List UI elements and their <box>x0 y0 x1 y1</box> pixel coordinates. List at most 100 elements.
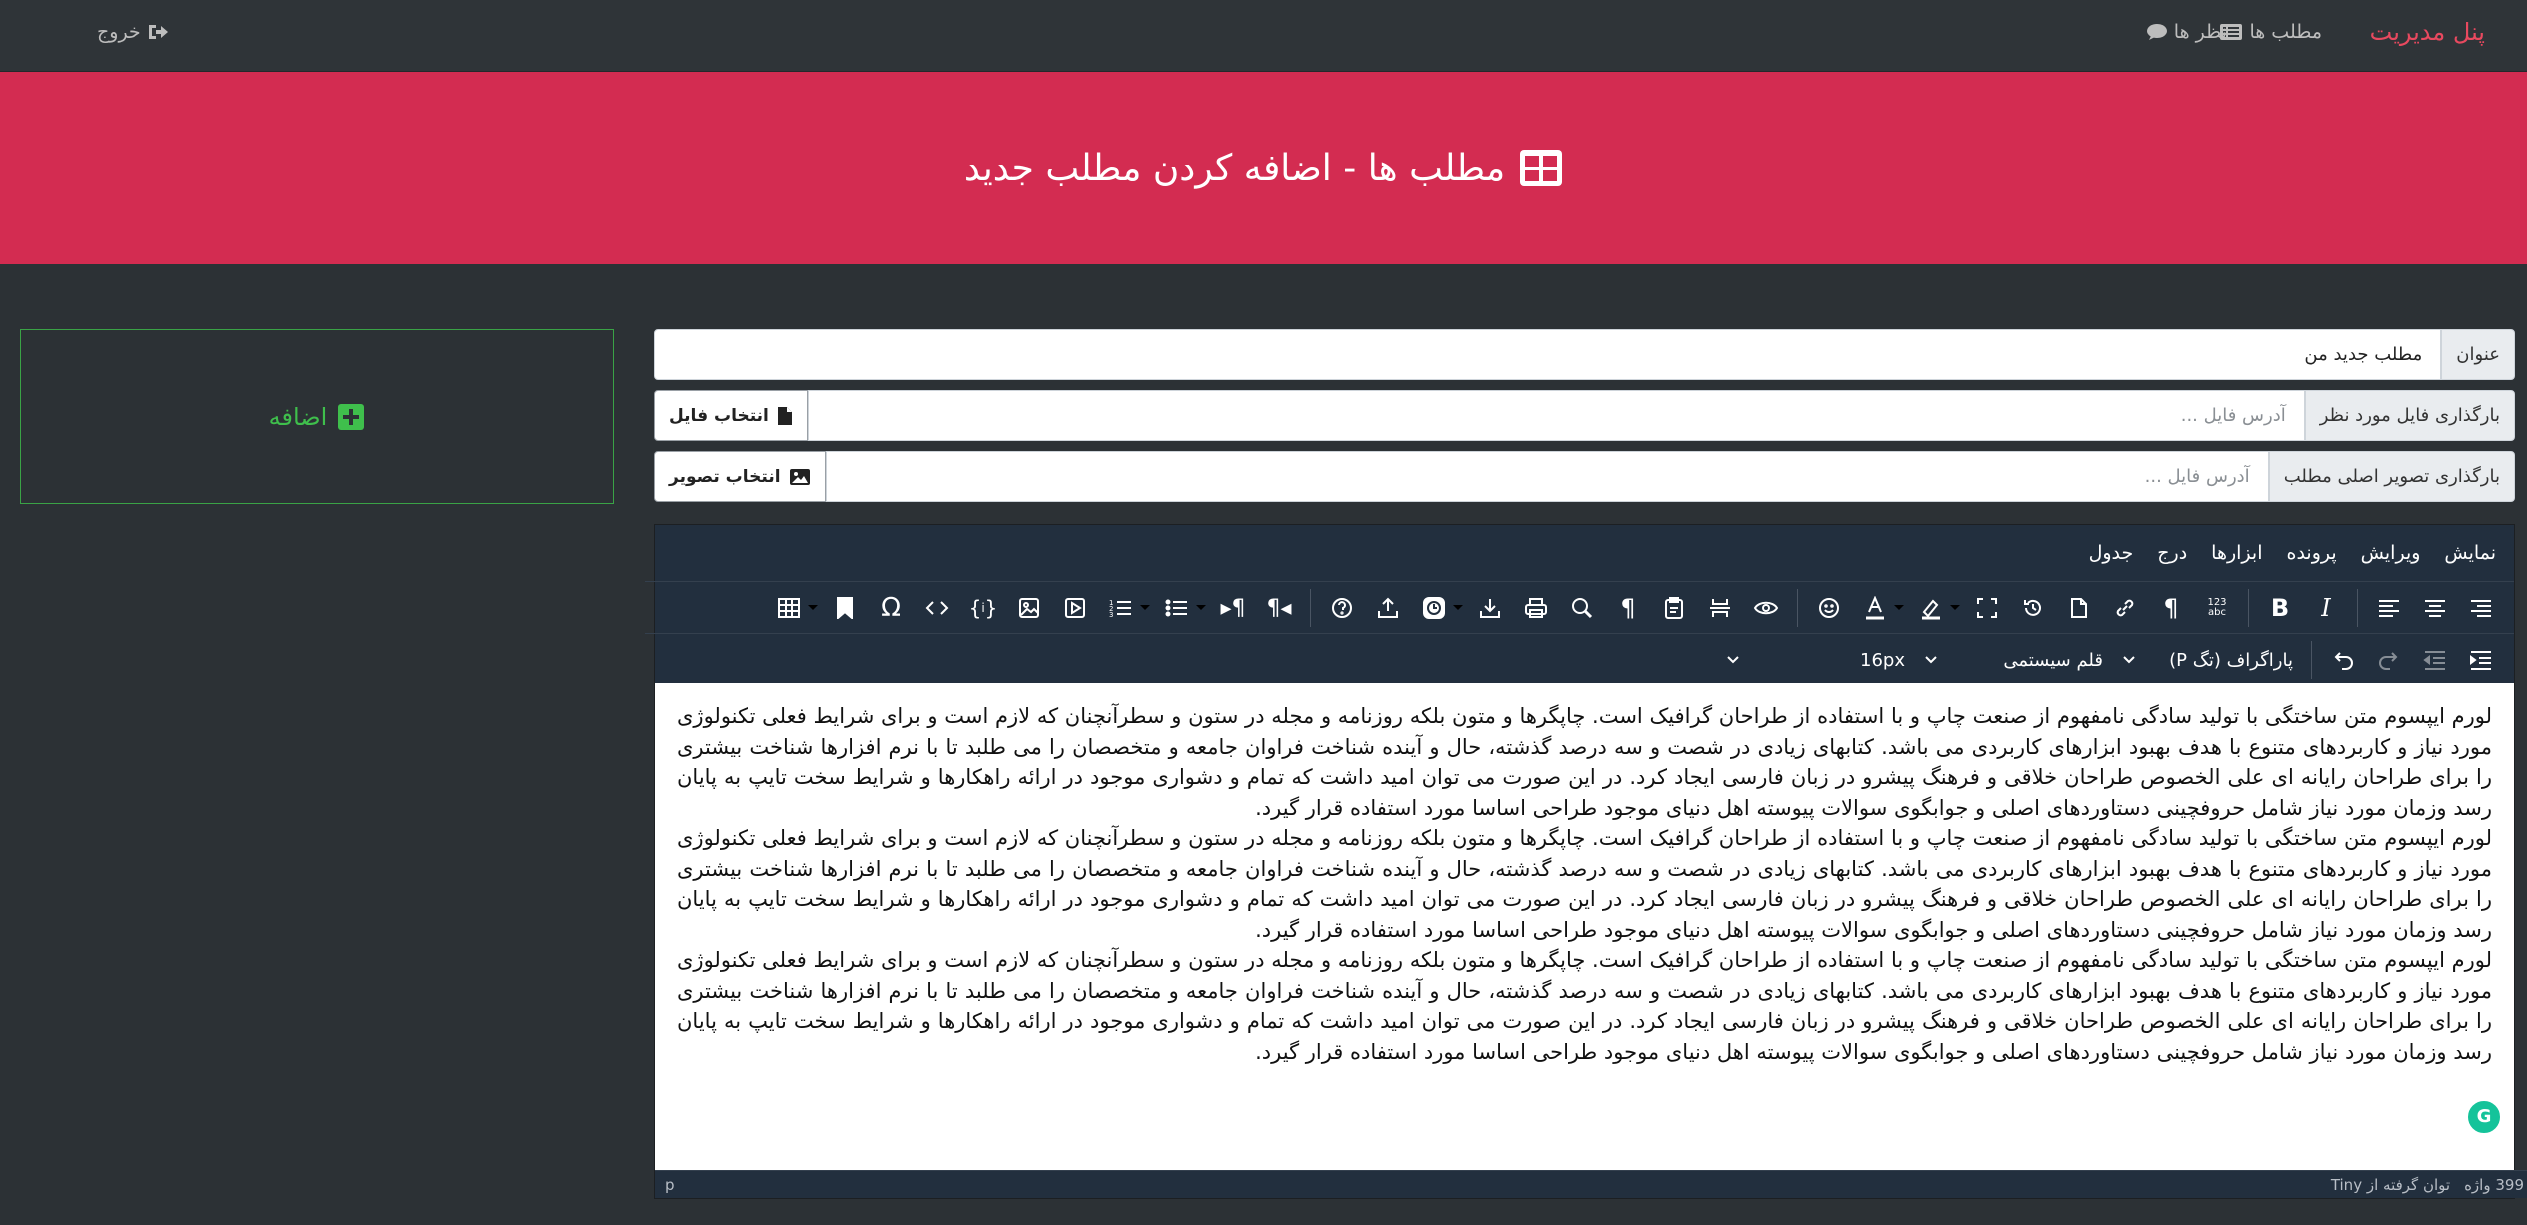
font-size-select[interactable]: 16px <box>1717 640 1915 680</box>
help-icon[interactable] <box>1319 588 1365 628</box>
nav-link-comments-label: نظر ها <box>2173 21 2227 43</box>
chevron-down-icon <box>1727 656 1739 664</box>
restore-draft-icon[interactable] <box>2010 588 2056 628</box>
search-replace-icon[interactable] <box>1559 588 1605 628</box>
element-path[interactable]: p <box>665 1176 675 1194</box>
file-icon <box>777 406 792 425</box>
file-upload-label: بارگذاری فایل مورد نظر <box>2304 390 2515 441</box>
add-panel: اضافه <box>20 329 614 504</box>
undo-icon[interactable] <box>2320 640 2366 680</box>
anchor-icon[interactable] <box>822 588 868 628</box>
nav-link-posts[interactable]: مطلب ها <box>2219 21 2322 43</box>
rich-text-editor: نمایش ویرایش پرونده ابزارها درج جدول I B… <box>645 524 2527 1199</box>
chevron-down-icon[interactable] <box>1946 588 1964 628</box>
new-document-icon[interactable] <box>2056 588 2102 628</box>
menu-table[interactable]: جدول <box>2077 542 2146 564</box>
choose-file-button[interactable]: انتخاب فایل <box>654 390 808 441</box>
menu-tools[interactable]: ابزارها <box>2199 542 2274 564</box>
editor-toolbar-secondary: (P تگ) پاراگراف قلم سیستمی 16px <box>645 633 2514 686</box>
image-icon <box>789 468 810 485</box>
table-icon <box>1520 150 1563 186</box>
chevron-down-icon <box>1925 656 1937 664</box>
special-char-icon[interactable]: Ω <box>868 588 914 628</box>
menu-file[interactable]: پرونده <box>2275 542 2349 564</box>
menu-edit[interactable]: ویرایش <box>2349 542 2433 564</box>
title-row: عنوان مطلب جدید من <box>654 329 2515 380</box>
template-icon[interactable]: {i} <box>960 588 1006 628</box>
font-family-value: قلم سیستمی <box>2003 649 2103 671</box>
page-header: مطلب ها - اضافه کردن مطلب جدید <box>0 72 2527 264</box>
image-path-input[interactable]: آدرس فایل ... <box>825 451 2269 502</box>
title-label: عنوان <box>2441 329 2515 380</box>
fullscreen-icon[interactable] <box>1964 588 2010 628</box>
add-button-label: اضافه <box>268 402 328 431</box>
logout-label: خروج <box>97 21 141 43</box>
page-break-icon[interactable] <box>1697 588 1743 628</box>
chevron-down-icon[interactable] <box>804 588 822 628</box>
file-row: بارگذاری فایل مورد نظر آدرس فایل ... انت… <box>654 390 2515 441</box>
image-row: بارگذاری تصویر اصلی مطلب آدرس فایل ... ا… <box>654 451 2515 502</box>
editor-statusbar: p 399 واژه توان گرفته از Tiny <box>655 1170 2527 1198</box>
choose-image-label: انتخاب تصویر <box>669 466 781 487</box>
nav-link-comments[interactable]: نظر ها <box>2146 21 2227 43</box>
title-input[interactable]: مطلب جدید من <box>654 329 2442 380</box>
print-icon[interactable] <box>1513 588 1559 628</box>
align-right-icon[interactable] <box>2458 588 2504 628</box>
menu-view[interactable]: نمایش <box>2432 542 2508 564</box>
content-paragraph: لورم ایپسوم متن ساختگی با تولید سادگی نا… <box>677 948 2492 1064</box>
comment-icon <box>2146 24 2167 40</box>
page-title: مطلب ها - اضافه کردن مطلب جدید <box>963 147 1506 189</box>
media-icon[interactable] <box>1052 588 1098 628</box>
preview-icon[interactable] <box>1743 588 1789 628</box>
paragraph-mark-icon[interactable]: ¶ <box>2148 588 2194 628</box>
toolbar-separator <box>1797 589 1798 627</box>
indent-icon[interactable] <box>2458 640 2504 680</box>
font-size-value: 16px <box>1860 649 1905 671</box>
rtl-icon[interactable]: ¶◂ <box>1256 588 1302 628</box>
add-button[interactable]: اضافه <box>269 403 366 431</box>
sign-out-icon <box>148 25 168 39</box>
editor-content-area[interactable]: لورم ایپسوم متن ساختگی با تولید سادگی نا… <box>655 683 2514 1173</box>
link-icon[interactable] <box>2102 588 2148 628</box>
choose-image-button[interactable]: انتخاب تصویر <box>654 451 826 502</box>
font-family-select[interactable]: قلم سیستمی <box>1915 640 2113 680</box>
toolbar-separator <box>2357 589 2358 627</box>
chevron-down-icon[interactable] <box>1449 588 1467 628</box>
grammarly-icon[interactable]: G <box>2466 1099 2502 1135</box>
code-icon[interactable] <box>914 588 960 628</box>
choose-file-label: انتخاب فایل <box>669 405 769 426</box>
plus-square-icon <box>338 403 365 430</box>
chevron-down-icon[interactable] <box>1136 588 1154 628</box>
content-paragraph: لورم ایپسوم متن ساختگی با تولید سادگی نا… <box>677 704 2492 820</box>
menu-insert[interactable]: درج <box>2145 542 2199 564</box>
chevron-down-icon[interactable] <box>1890 588 1908 628</box>
editor-toolbar-primary: I B 123 abc ¶ ¶ ¶◂ ▸¶ 123 {i} Ω <box>645 581 2514 634</box>
toolbar-separator <box>1310 589 1311 627</box>
bold-icon[interactable]: B <box>2257 588 2303 628</box>
align-left-icon[interactable] <box>2366 588 2412 628</box>
ltr-icon[interactable]: ▸¶ <box>1210 588 1256 628</box>
block-format-value: (P تگ) پاراگراف <box>2169 649 2293 671</box>
status-right: 399 واژه توان گرفته از Tiny <box>2331 1176 2524 1194</box>
image-insert-icon[interactable] <box>1006 588 1052 628</box>
logout-link[interactable]: خروج <box>97 21 169 43</box>
top-navbar: پنل مدیریت مطلب ها نظر ها خروج <box>0 0 2527 72</box>
spellcheck-icon[interactable]: 123 abc <box>2194 588 2240 628</box>
chevron-down-icon[interactable] <box>1192 588 1210 628</box>
toolbar-separator <box>2311 641 2312 679</box>
outdent-icon[interactable] <box>2412 640 2458 680</box>
brand-link[interactable]: پنل مدیریت <box>2370 18 2485 46</box>
italic-icon[interactable]: I <box>2303 588 2349 628</box>
toolbar-separator <box>2248 589 2249 627</box>
paste-text-icon[interactable] <box>1651 588 1697 628</box>
tiny-branding[interactable]: توان گرفته از Tiny <box>2331 1176 2450 1194</box>
show-blocks-icon[interactable]: ¶ <box>1605 588 1651 628</box>
redo-icon[interactable] <box>2366 640 2412 680</box>
align-center-icon[interactable] <box>2412 588 2458 628</box>
block-format-select[interactable]: (P تگ) پاراگراف <box>2113 640 2303 680</box>
file-path-input[interactable]: آدرس فایل ... <box>807 390 2305 441</box>
upload-icon[interactable] <box>1365 588 1411 628</box>
content-paragraph: لورم ایپسوم متن ساختگی با تولید سادگی نا… <box>677 826 2492 942</box>
emoticons-icon[interactable] <box>1806 588 1852 628</box>
save-icon[interactable] <box>1467 588 1513 628</box>
